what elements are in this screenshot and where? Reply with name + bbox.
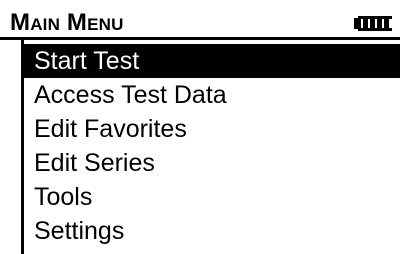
menu-title: Main Menu — [10, 9, 124, 36]
battery-level-bar — [377, 19, 382, 28]
menu-item-edit-favorites[interactable]: Edit Favorites — [24, 112, 400, 146]
header-divider — [0, 37, 400, 40]
header-bar: Main Menu — [0, 8, 400, 38]
menu-item-access-test-data[interactable]: Access Test Data — [24, 78, 400, 112]
menu-item-start-test[interactable]: Start Test — [24, 44, 400, 78]
battery-level-bar — [384, 19, 389, 28]
battery-icon — [354, 13, 400, 34]
battery-level-bar — [363, 19, 368, 28]
battery-body — [358, 16, 392, 31]
menu-item-edit-series[interactable]: Edit Series — [24, 146, 400, 180]
menu-item-tools[interactable]: Tools — [24, 180, 400, 214]
battery-level-bar — [370, 19, 375, 28]
device-screen: Main Menu Start Test Access Test Data Ed… — [0, 0, 400, 254]
menu-item-settings[interactable]: Settings — [24, 214, 400, 248]
main-menu-list: Start Test Access Test Data Edit Favorit… — [24, 44, 400, 248]
